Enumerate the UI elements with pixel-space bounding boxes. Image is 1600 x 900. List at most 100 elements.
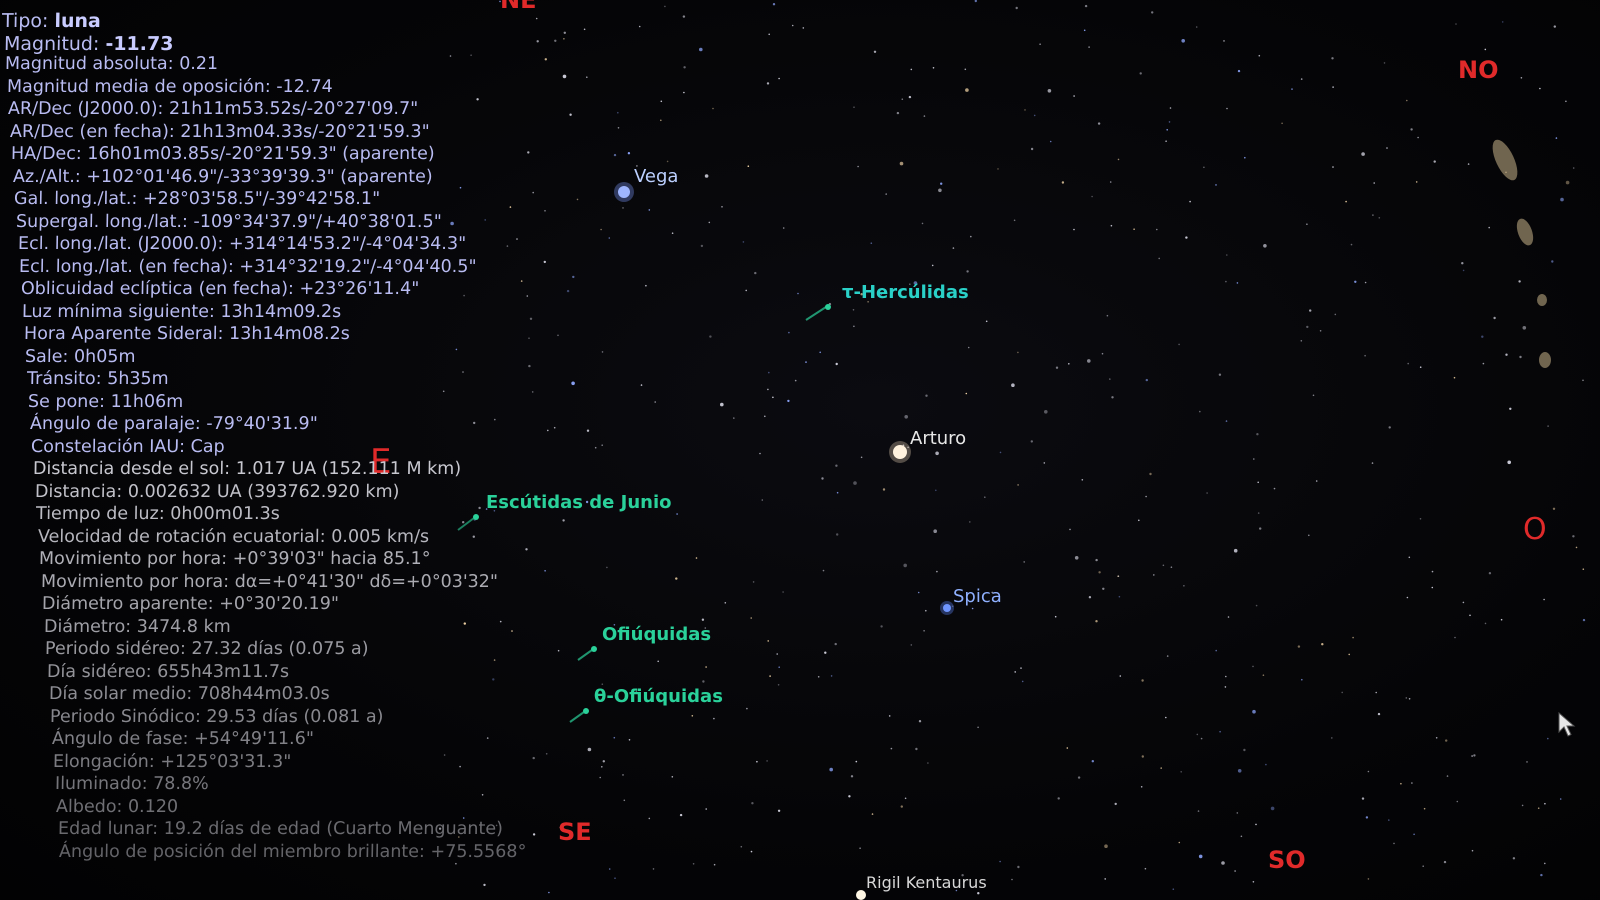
background-star xyxy=(1471,755,1473,757)
background-star xyxy=(966,270,969,273)
background-star xyxy=(1367,770,1370,773)
background-star xyxy=(1435,737,1438,739)
background-star xyxy=(1236,282,1239,284)
background-star xyxy=(695,557,698,559)
background-star xyxy=(873,50,877,53)
background-star xyxy=(900,805,903,808)
background-star xyxy=(999,860,1001,863)
background-star xyxy=(1023,561,1025,563)
background-star xyxy=(776,653,778,655)
background-star xyxy=(901,98,904,100)
background-star xyxy=(1321,643,1324,646)
background-star xyxy=(1162,564,1165,567)
spica-label[interactable]: Spica xyxy=(953,586,1002,607)
spica-star[interactable] xyxy=(940,601,954,615)
background-star xyxy=(1117,575,1119,577)
info-line: Ecl. long./lat. (J2000.0): +314°14'53.2"… xyxy=(17,233,465,255)
background-star xyxy=(1139,72,1142,75)
info-line-label: Edad lunar: xyxy=(57,819,159,839)
background-star xyxy=(969,521,971,523)
background-star xyxy=(1526,761,1528,763)
background-star xyxy=(1493,316,1496,320)
background-star xyxy=(952,247,955,249)
background-star xyxy=(1091,195,1093,198)
info-line-label: Movimiento por hora: xyxy=(39,549,228,569)
background-star xyxy=(1083,29,1086,32)
background-star xyxy=(1461,262,1464,265)
background-star xyxy=(1462,601,1465,604)
background-star xyxy=(1237,769,1242,773)
info-line: Periodo sidéreo: 27.32 días (0.075 a) xyxy=(45,638,369,660)
background-star xyxy=(768,33,770,36)
info-line: Gal. long./lat.: +28°03'58.5"/-39°42'58.… xyxy=(14,188,380,210)
background-star xyxy=(648,817,651,820)
background-star xyxy=(1433,160,1436,163)
background-star xyxy=(1169,107,1172,109)
background-star xyxy=(1306,325,1309,329)
mouse-pointer-icon xyxy=(1558,712,1576,737)
background-star xyxy=(1407,362,1409,365)
info-line-value: +23°26'11.4" xyxy=(298,279,420,299)
background-star xyxy=(1537,807,1540,809)
cardinal-no: NO xyxy=(1458,56,1499,84)
background-star xyxy=(1219,730,1221,733)
background-star xyxy=(752,581,755,583)
background-star xyxy=(933,529,937,533)
arturo-label[interactable]: Arturo xyxy=(910,428,966,449)
tau-herculids-radiant-icon[interactable] xyxy=(805,304,831,321)
background-star xyxy=(1445,739,1448,742)
background-star xyxy=(1240,835,1243,838)
background-star xyxy=(1166,655,1169,657)
background-star xyxy=(1221,861,1225,865)
background-star xyxy=(675,577,678,580)
info-line-value: +0°30'20.19" xyxy=(219,594,340,614)
info-line-value: +0°39'03" hacia 85.1° xyxy=(232,549,431,569)
info-line-value: 29.53 días (0.081 a) xyxy=(206,706,384,727)
background-star xyxy=(977,726,979,729)
background-star xyxy=(660,119,662,122)
background-star xyxy=(1237,69,1241,73)
background-star xyxy=(1088,596,1092,599)
background-star xyxy=(834,642,837,646)
vega-label[interactable]: Vega xyxy=(634,166,678,187)
rigil-star[interactable] xyxy=(856,890,866,900)
background-star xyxy=(754,271,757,275)
info-line-label: Ecl. long./lat. (J2000.0): xyxy=(17,234,224,254)
info-line-label: Albedo: xyxy=(56,796,123,817)
background-star xyxy=(1520,77,1523,79)
background-star xyxy=(829,767,833,772)
info-line-label: Tiempo de luz: xyxy=(35,504,165,524)
info-line: Ángulo de fase: +54°49'11.6" xyxy=(51,728,313,750)
tau-herculids-label[interactable]: τ-Hercúlidas xyxy=(842,282,969,303)
arturo-star[interactable] xyxy=(889,441,911,463)
background-star xyxy=(660,100,663,103)
background-star xyxy=(1252,709,1256,714)
background-star xyxy=(1375,691,1377,694)
info-line-value: 78.8% xyxy=(152,774,209,794)
background-star xyxy=(1165,716,1167,719)
background-star xyxy=(652,868,655,870)
background-star xyxy=(1102,587,1105,590)
info-line-label: HA/Dec: xyxy=(11,144,83,164)
background-star xyxy=(1419,366,1422,369)
background-star xyxy=(750,617,752,619)
background-star xyxy=(623,799,626,802)
background-star xyxy=(692,863,695,865)
info-line-label: Periodo Sinódico: xyxy=(49,706,202,727)
background-star xyxy=(1484,622,1487,625)
info-line: Luz mínima siguiente: 13h14m09.2s xyxy=(22,301,342,323)
background-star xyxy=(1151,11,1154,14)
info-line: Ecl. long./lat. (en fecha): +314°32'19.2… xyxy=(19,256,477,278)
background-star xyxy=(848,795,851,798)
info-line-value: 21h13m04.33s/-20°21'59.3" xyxy=(179,121,430,142)
rigil-kentaurus-label[interactable]: Rigil Kentaurus xyxy=(866,873,987,892)
background-star xyxy=(1215,184,1217,186)
info-line: Magnitud media de oposición: -12.74 xyxy=(6,76,332,98)
info-line-value: 708h44m03.0s xyxy=(197,684,330,704)
background-star xyxy=(835,362,838,366)
background-star xyxy=(1565,180,1570,185)
background-star xyxy=(1507,460,1511,465)
background-star xyxy=(1371,462,1374,464)
background-star xyxy=(1482,362,1485,365)
info-line-label: Día solar medio: xyxy=(48,684,192,704)
